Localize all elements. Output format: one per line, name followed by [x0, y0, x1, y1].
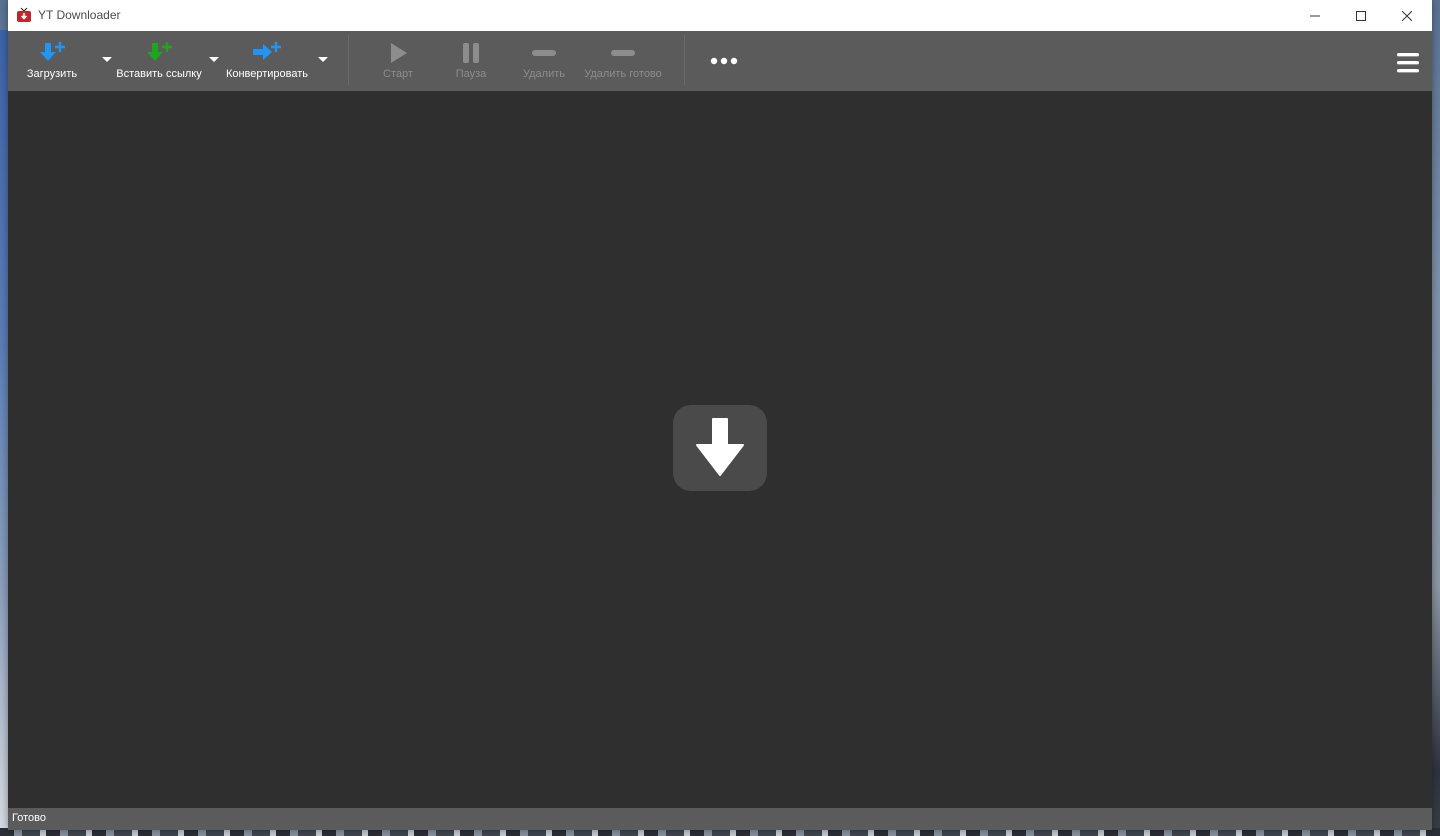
toolbar: Загрузить Вставить ссылку Конвертировать…	[8, 31, 1432, 91]
delete-done-label: Удалить готово	[584, 68, 662, 80]
minimize-icon	[1310, 15, 1320, 16]
download-dropdown-caret[interactable]	[102, 57, 112, 62]
pause-button[interactable]: Пауза	[442, 31, 500, 91]
drop-zone-badge[interactable]	[673, 405, 767, 491]
paste-link-button[interactable]: Вставить ссылку	[112, 31, 206, 91]
convert-dropdown-caret[interactable]	[318, 57, 328, 62]
pause-label: Пауза	[455, 68, 487, 80]
more-dots-icon	[710, 47, 738, 75]
convert-plus-icon	[250, 39, 284, 67]
toolbar-separator	[348, 35, 349, 85]
close-icon	[1402, 10, 1412, 21]
minus-icon	[610, 39, 636, 67]
window-title: YT Downloader	[38, 8, 121, 22]
more-options-button[interactable]	[706, 31, 742, 91]
status-text: Готово	[12, 812, 46, 824]
download-arrow-icon	[696, 418, 744, 476]
convert-button[interactable]: Конвертировать	[222, 31, 312, 91]
paste-link-label: Вставить ссылку	[116, 68, 202, 80]
status-bar: Готово	[8, 808, 1432, 830]
start-label: Старт	[383, 68, 413, 80]
pause-icon	[460, 39, 482, 67]
maximize-button[interactable]	[1338, 0, 1384, 31]
delete-done-button[interactable]: Удалить готово	[578, 31, 668, 91]
delete-button[interactable]: Удалить	[514, 31, 574, 91]
app-logo-icon	[16, 7, 32, 23]
delete-label: Удалить	[523, 68, 565, 80]
close-button[interactable]	[1384, 0, 1430, 31]
paste-link-dropdown-caret[interactable]	[209, 57, 219, 62]
hamburger-icon	[1396, 49, 1420, 77]
main-menu-button[interactable]	[1392, 31, 1424, 91]
minus-icon	[531, 39, 557, 67]
downloads-list-area[interactable]	[8, 91, 1432, 808]
play-icon	[387, 39, 409, 67]
download-button[interactable]: Загрузить	[22, 31, 82, 91]
paste-link-plus-icon	[142, 39, 176, 67]
app-window: YT Downloader Загрузить Вставить ссылку …	[8, 0, 1432, 830]
convert-label: Конвертировать	[225, 68, 309, 80]
title-bar[interactable]: YT Downloader	[8, 0, 1432, 31]
download-plus-icon	[35, 39, 69, 67]
start-button[interactable]: Старт	[370, 31, 426, 91]
download-label: Загрузить	[26, 68, 78, 80]
desktop-edge	[0, 30, 8, 830]
toolbar-separator	[684, 35, 685, 85]
maximize-icon	[1356, 10, 1366, 21]
minimize-button[interactable]	[1292, 0, 1338, 31]
